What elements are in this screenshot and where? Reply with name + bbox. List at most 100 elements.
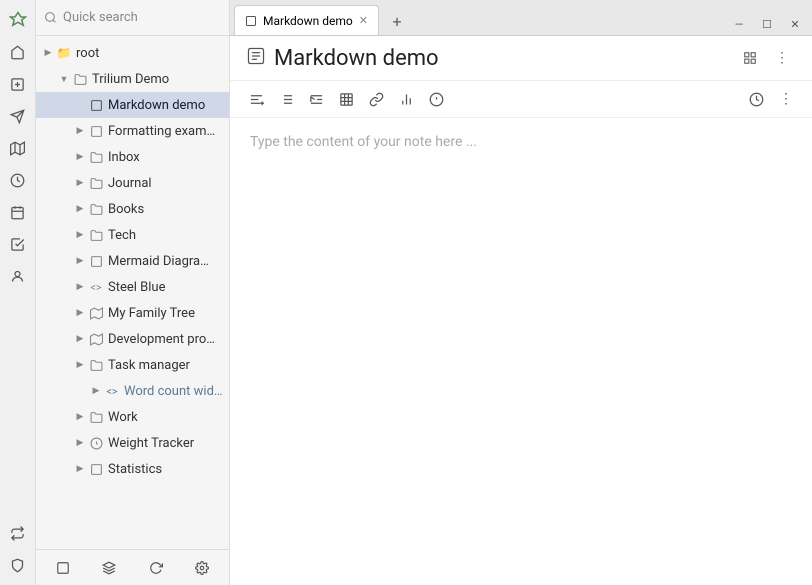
folder-icon <box>88 409 104 425</box>
close-button[interactable]: ✕ <box>784 13 806 35</box>
folder-icon <box>88 149 104 165</box>
link-toolbar-icon[interactable] <box>362 85 390 113</box>
indent-toolbar-icon[interactable] <box>302 85 330 113</box>
arrow-icon: ▶ <box>72 227 88 243</box>
tab-close-button[interactable]: ✕ <box>359 14 368 27</box>
search-placeholder: Quick search <box>63 10 138 25</box>
arrow-icon: ▶ <box>72 279 88 295</box>
tree-item-task-manager[interactable]: ▶ Task manager <box>36 352 229 378</box>
home-icon[interactable] <box>4 38 32 66</box>
tree-item-label: Word count widg… <box>124 384 229 399</box>
profile-icon[interactable] <box>4 262 32 290</box>
note-title[interactable]: Markdown demo <box>274 46 728 71</box>
tab-markdown-demo[interactable]: Markdown demo ✕ <box>234 5 379 35</box>
add-tab-icon: + <box>392 12 401 31</box>
arrow-icon: ▶ <box>72 435 88 451</box>
folder-icon <box>88 357 104 373</box>
arrow-icon: ▶ <box>72 149 88 165</box>
tree-item-label: Weight Tracker <box>108 436 194 451</box>
tree-item-weight-tracker[interactable]: ▶ Weight Tracker <box>36 430 229 456</box>
code-icon: <> <box>104 383 120 399</box>
folder-icon <box>88 201 104 217</box>
send-icon[interactable] <box>4 102 32 130</box>
tree-item-label: Development pro… <box>108 332 215 347</box>
tree-item-word-count[interactable]: ▶ <> Word count widg… <box>36 378 229 404</box>
tree-item-label: Inbox <box>108 150 140 165</box>
folder-icon <box>72 71 88 87</box>
tree-item-steel-blue[interactable]: ▶ <> Steel Blue <box>36 274 229 300</box>
tree-item-label: Mermaid Diagra… <box>108 254 209 269</box>
info-toolbar-icon[interactable] <box>422 85 450 113</box>
refresh-icon[interactable] <box>142 554 170 582</box>
arrow-icon: ▼ <box>56 71 72 87</box>
map-icon <box>88 305 104 321</box>
arrow-icon: ▶ <box>72 123 88 139</box>
map-icon[interactable] <box>4 134 32 162</box>
tree-item-books[interactable]: ▶ Books <box>36 196 229 222</box>
tree-item-formatting[interactable]: ▶ Formatting exam… <box>36 118 229 144</box>
tree-item-label: Statistics <box>108 462 162 477</box>
tree-item-mermaid[interactable]: ▶ Mermaid Diagra… <box>36 248 229 274</box>
calendar-icon[interactable] <box>4 198 32 226</box>
chart-toolbar-icon[interactable] <box>392 85 420 113</box>
note-icon <box>88 461 104 477</box>
tree-item-label: Books <box>108 202 144 217</box>
tree-item-label: Steel Blue <box>108 280 165 295</box>
sidebar: Quick search ▶ 📁 root ▼ Trilium Demo ▶ M… <box>36 0 230 585</box>
new-note-icon[interactable] <box>4 70 32 98</box>
tree-item-label: Formatting exam… <box>108 124 215 139</box>
map-icon <box>88 331 104 347</box>
minimize-button[interactable]: — <box>728 13 750 35</box>
table-toolbar-icon[interactable] <box>332 85 360 113</box>
arrow-icon: ▶ <box>72 175 88 191</box>
arrow-icon: ▶ <box>72 331 88 347</box>
tree-item-root[interactable]: ▶ 📁 root <box>36 40 229 66</box>
layers-icon[interactable] <box>95 554 123 582</box>
arrow-icon: ▶ <box>40 45 56 61</box>
tree-container: ▶ 📁 root ▼ Trilium Demo ▶ Markdown demo … <box>36 36 229 549</box>
logo-icon[interactable] <box>4 6 32 34</box>
tree-item-statistics[interactable]: ▶ Statistics <box>36 456 229 482</box>
folder-icon <box>88 227 104 243</box>
history-toolbar-icon[interactable] <box>742 85 770 113</box>
tree-item-label: Trilium Demo <box>92 72 169 87</box>
note-icon <box>88 123 104 139</box>
more-icon[interactable]: ⋮ <box>768 44 796 72</box>
tree-item-trilium-demo[interactable]: ▼ Trilium Demo <box>36 66 229 92</box>
history-icon[interactable] <box>4 166 32 194</box>
note-type-icon <box>246 46 266 71</box>
folder-icon: 📁 <box>56 45 72 61</box>
tree-item-tech[interactable]: ▶ Tech <box>36 222 229 248</box>
tab-note-icon <box>245 15 257 27</box>
share-icon[interactable] <box>736 44 764 72</box>
tracker-icon <box>88 435 104 451</box>
list-toolbar-icon[interactable] <box>272 85 300 113</box>
format-toolbar-icon[interactable] <box>242 85 270 113</box>
note-content-area[interactable]: Type the content of your note here ... <box>230 118 812 585</box>
arrow-icon: ▶ <box>72 357 88 373</box>
add-tab-button[interactable]: + <box>383 7 411 35</box>
arrow-icon: ▶ <box>72 305 88 321</box>
icon-bar <box>0 0 36 585</box>
tree-item-development[interactable]: ▶ Development pro… <box>36 326 229 352</box>
tree-item-journal[interactable]: ▶ Journal <box>36 170 229 196</box>
shield-icon[interactable] <box>4 551 32 579</box>
folder-icon <box>88 175 104 191</box>
tree-item-markdown-demo[interactable]: ▶ Markdown demo <box>36 92 229 118</box>
tab-bar: Markdown demo ✕ + — ☐ ✕ <box>230 0 812 36</box>
note-bottom-icon[interactable] <box>49 554 77 582</box>
settings-icon[interactable] <box>188 554 216 582</box>
code-icon: <> <box>88 279 104 295</box>
arrow-icon: ▶ <box>72 409 88 425</box>
maximize-button[interactable]: ☐ <box>756 13 778 35</box>
tree-item-inbox[interactable]: ▶ Inbox <box>36 144 229 170</box>
task-icon[interactable] <box>4 230 32 258</box>
search-bar[interactable]: Quick search <box>36 0 229 36</box>
note-header-actions: ⋮ <box>736 44 796 72</box>
tree-item-family-tree[interactable]: ▶ My Family Tree <box>36 300 229 326</box>
kebab-toolbar-icon[interactable]: ⋮ <box>772 85 800 113</box>
tree-item-work[interactable]: ▶ Work <box>36 404 229 430</box>
export-icon[interactable] <box>4 519 32 547</box>
main-content: Markdown demo ✕ + — ☐ ✕ Markdown demo ⋮ <box>230 0 812 585</box>
tree-item-label: Journal <box>108 176 152 191</box>
